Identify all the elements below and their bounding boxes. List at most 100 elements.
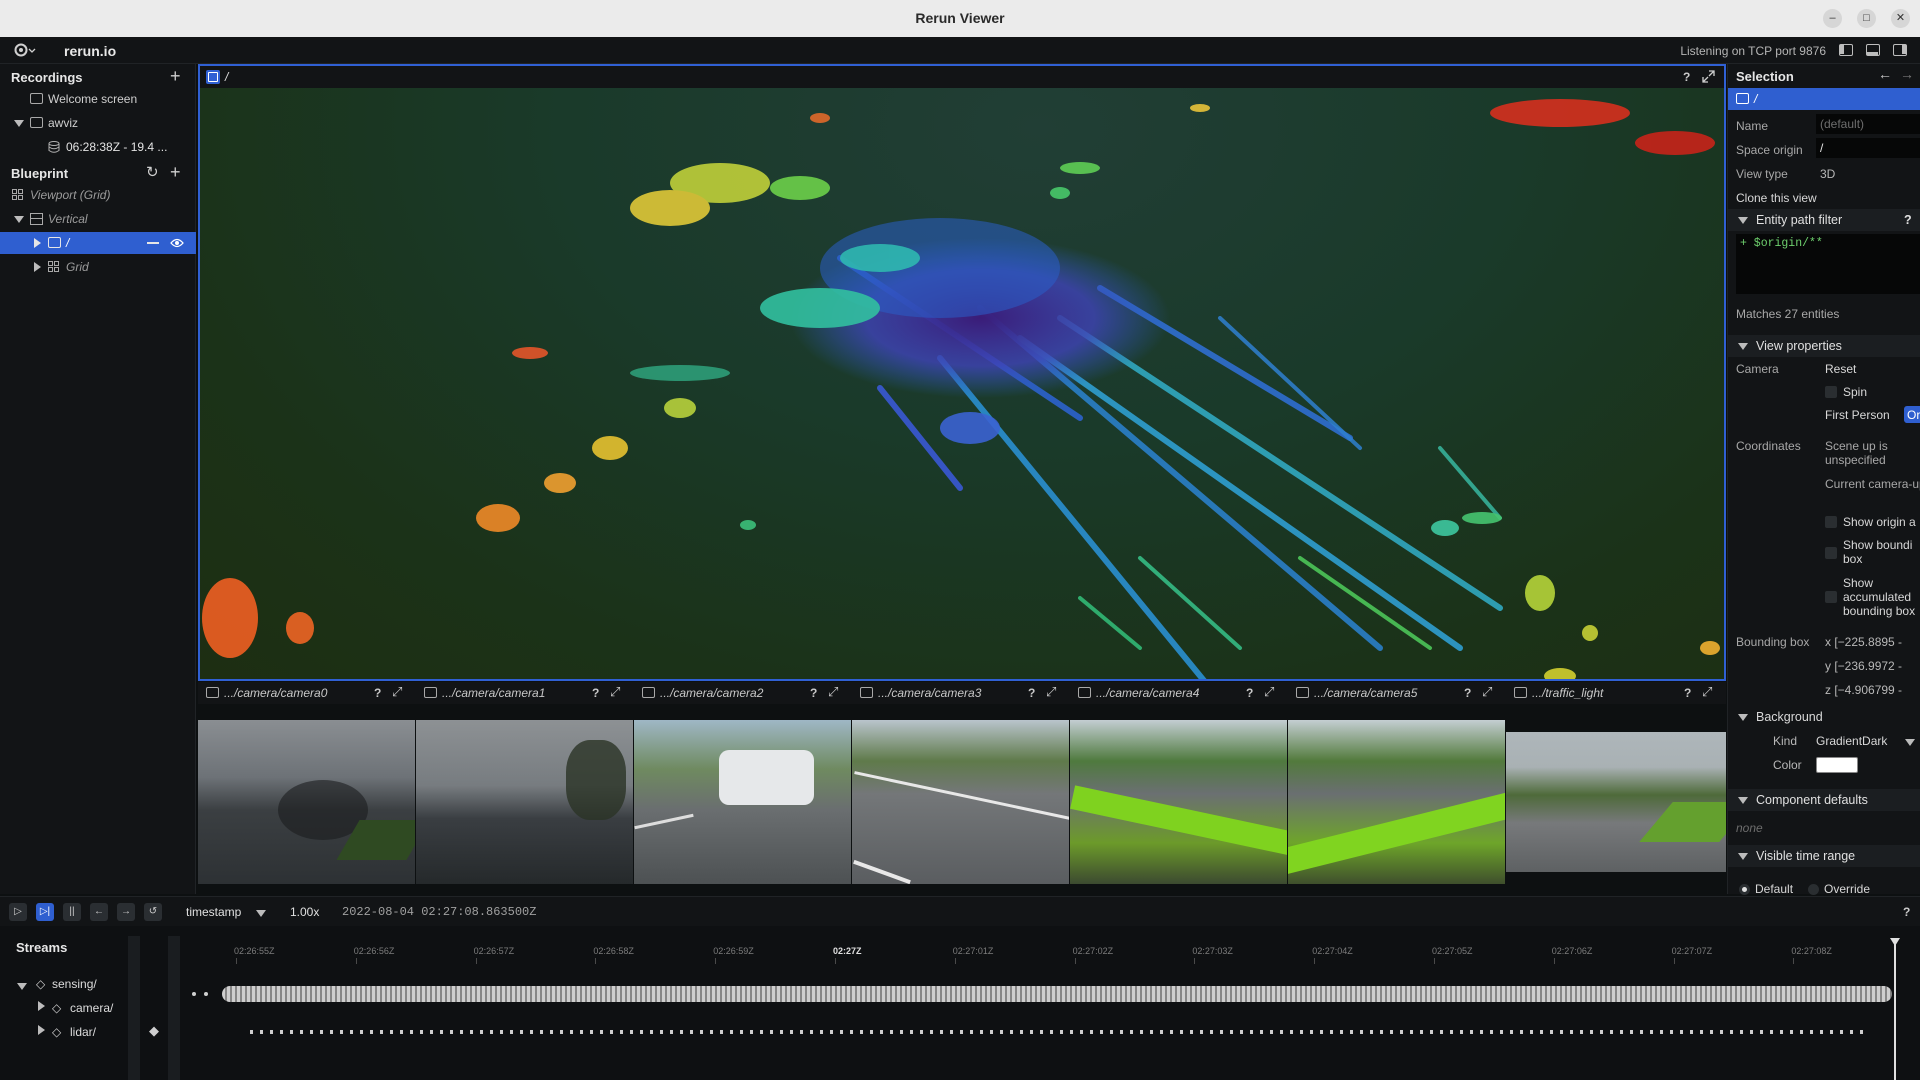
- add-view-icon[interactable]: +: [170, 162, 181, 183]
- viewport-item[interactable]: Viewport (Grid): [0, 184, 196, 206]
- traffic-light-tab[interactable]: .../traffic_light ? ⤢: [1506, 682, 1726, 704]
- camera5-tab[interactable]: .../camera/camera5 ? ⤢: [1288, 682, 1506, 704]
- help-icon[interactable]: ?: [1904, 213, 1912, 227]
- play-icon[interactable]: ▷: [9, 903, 27, 921]
- entity-filter-editor[interactable]: + $origin/**: [1736, 234, 1920, 294]
- spin-checkbox[interactable]: [1825, 386, 1837, 398]
- camera-reset-button[interactable]: Reset: [1825, 362, 1856, 376]
- camera1-image[interactable]: [416, 720, 633, 884]
- expand-icon[interactable]: [34, 238, 41, 248]
- expand-icon[interactable]: [34, 262, 41, 272]
- playback-speed[interactable]: 1.00x: [290, 905, 319, 919]
- bottom-panel-toggle-icon[interactable]: [1866, 44, 1880, 56]
- lidar-events-dots[interactable]: [250, 1030, 1870, 1034]
- background-header[interactable]: Background: [1756, 710, 1823, 724]
- show-bbox-checkbox[interactable]: [1825, 547, 1837, 559]
- help-icon[interactable]: ?: [592, 686, 599, 700]
- help-icon[interactable]: ?: [1464, 686, 1471, 700]
- name-field[interactable]: (default): [1816, 114, 1920, 134]
- time-tick-label: 02:26:59Z: [713, 946, 754, 956]
- maximize-view-icon[interactable]: ⤢: [1264, 684, 1274, 700]
- expand-icon[interactable]: [38, 1001, 45, 1011]
- collapse-icon[interactable]: [14, 120, 24, 127]
- loop-icon[interactable]: ↺: [144, 903, 162, 921]
- entity-path-filter-header[interactable]: Entity path filter ?: [1728, 209, 1920, 231]
- sensing-events-band[interactable]: [222, 986, 1892, 1002]
- time-tick-label: 02:27:06Z: [1551, 946, 1593, 956]
- left-panel-toggle-icon[interactable]: [1839, 44, 1853, 56]
- maximize-view-icon[interactable]: ⤢: [610, 684, 620, 700]
- app-item-awviz[interactable]: awviz: [0, 112, 196, 134]
- grid-container-item[interactable]: Grid: [0, 256, 196, 278]
- traffic-light-image[interactable]: [1506, 732, 1726, 872]
- maximize-view-icon[interactable]: ⤢: [1046, 684, 1056, 700]
- help-icon[interactable]: ?: [1028, 686, 1035, 700]
- visible-time-range-header[interactable]: Visible time range: [1728, 845, 1920, 867]
- collapse-icon[interactable]: [17, 983, 27, 990]
- first-person-toggle[interactable]: Or: [1904, 406, 1920, 423]
- space-origin-field[interactable]: /: [1816, 138, 1920, 158]
- selected-item[interactable]: /: [1728, 88, 1920, 110]
- stream-lidar[interactable]: lidar/: [70, 1025, 96, 1039]
- back-arrow-icon[interactable]: ←: [1878, 66, 1892, 82]
- collapse-icon[interactable]: [14, 216, 24, 223]
- help-icon[interactable]: ?: [1683, 70, 1690, 84]
- help-icon[interactable]: ?: [1903, 905, 1910, 919]
- camera2-tab[interactable]: .../camera/camera2 ? ⤢: [634, 682, 852, 704]
- forward-arrow-icon[interactable]: →: [1900, 66, 1914, 82]
- stream-camera[interactable]: camera/: [70, 1001, 113, 1015]
- close-button[interactable]: ✕: [1891, 9, 1910, 28]
- clone-view-button[interactable]: Clone this view: [1736, 191, 1817, 205]
- camera3-image[interactable]: [852, 720, 1069, 884]
- visibility-eye-icon[interactable]: [170, 237, 184, 249]
- stream-sensing[interactable]: sensing/: [52, 977, 97, 991]
- timeline-selector[interactable]: timestamp: [186, 905, 241, 919]
- view-properties-header[interactable]: View properties: [1728, 335, 1920, 357]
- default-radio[interactable]: [1739, 884, 1750, 895]
- follow-icon[interactable]: ▷|: [36, 903, 54, 921]
- recording-item[interactable]: 06:28:38Z - 19.4 ...: [0, 136, 196, 158]
- camera1-tab[interactable]: .../camera/camera1 ? ⤢: [416, 682, 634, 704]
- camera0-image[interactable]: [198, 720, 415, 884]
- pause-icon[interactable]: ||: [63, 903, 81, 921]
- help-icon[interactable]: ?: [1246, 686, 1253, 700]
- root-view-item[interactable]: /: [0, 232, 196, 254]
- vertical-container-item[interactable]: Vertical: [0, 208, 196, 230]
- dropdown-arrow-icon[interactable]: [1905, 739, 1915, 746]
- camera5-image[interactable]: [1288, 720, 1505, 884]
- maximize-view-icon[interactable]: ⤢: [1702, 684, 1712, 700]
- maximize-view-icon[interactable]: ⤢: [828, 684, 838, 700]
- right-panel-toggle-icon[interactable]: [1893, 44, 1907, 56]
- camera4-tab[interactable]: .../camera/camera4 ? ⤢: [1070, 682, 1288, 704]
- expand-icon[interactable]: [38, 1025, 45, 1035]
- maximize-view-icon[interactable]: ⤢: [392, 684, 402, 700]
- add-recording-icon[interactable]: +: [170, 66, 181, 87]
- help-icon[interactable]: ?: [810, 686, 817, 700]
- minimize-button[interactable]: –: [1823, 9, 1842, 28]
- help-icon[interactable]: ?: [1684, 686, 1691, 700]
- welcome-screen-item[interactable]: Welcome screen: [0, 88, 196, 110]
- dropdown-arrow-icon[interactable]: [256, 910, 266, 917]
- help-icon[interactable]: ?: [374, 686, 381, 700]
- maximize-button[interactable]: □: [1857, 9, 1876, 28]
- override-radio[interactable]: [1808, 884, 1819, 895]
- rerun-menu-icon[interactable]: [14, 43, 36, 57]
- maximize-view-icon[interactable]: [1702, 70, 1715, 83]
- spatial-3d-view[interactable]: / ?: [198, 64, 1726, 681]
- camera4-image[interactable]: [1070, 720, 1287, 884]
- reset-blueprint-icon[interactable]: ↻: [146, 163, 159, 181]
- component-defaults-header[interactable]: Component defaults: [1728, 789, 1920, 811]
- camera3-tab[interactable]: .../camera/camera3 ? ⤢: [852, 682, 1070, 704]
- step-forward-icon[interactable]: →: [117, 903, 135, 921]
- remove-icon[interactable]: [147, 242, 159, 244]
- time-cursor[interactable]: [1894, 944, 1896, 1080]
- maximize-view-icon[interactable]: ⤢: [1482, 684, 1492, 700]
- camera2-image[interactable]: [634, 720, 851, 884]
- current-time[interactable]: 2022-08-04 02:27:08.863500Z: [342, 905, 536, 919]
- color-swatch[interactable]: [1816, 757, 1858, 773]
- kind-dropdown[interactable]: GradientDark: [1816, 734, 1887, 748]
- show-origin-checkbox[interactable]: [1825, 516, 1837, 528]
- camera0-tab[interactable]: .../camera/camera0 ? ⤢: [198, 682, 416, 704]
- step-back-icon[interactable]: ←: [90, 903, 108, 921]
- show-accumulated-checkbox[interactable]: [1825, 591, 1837, 603]
